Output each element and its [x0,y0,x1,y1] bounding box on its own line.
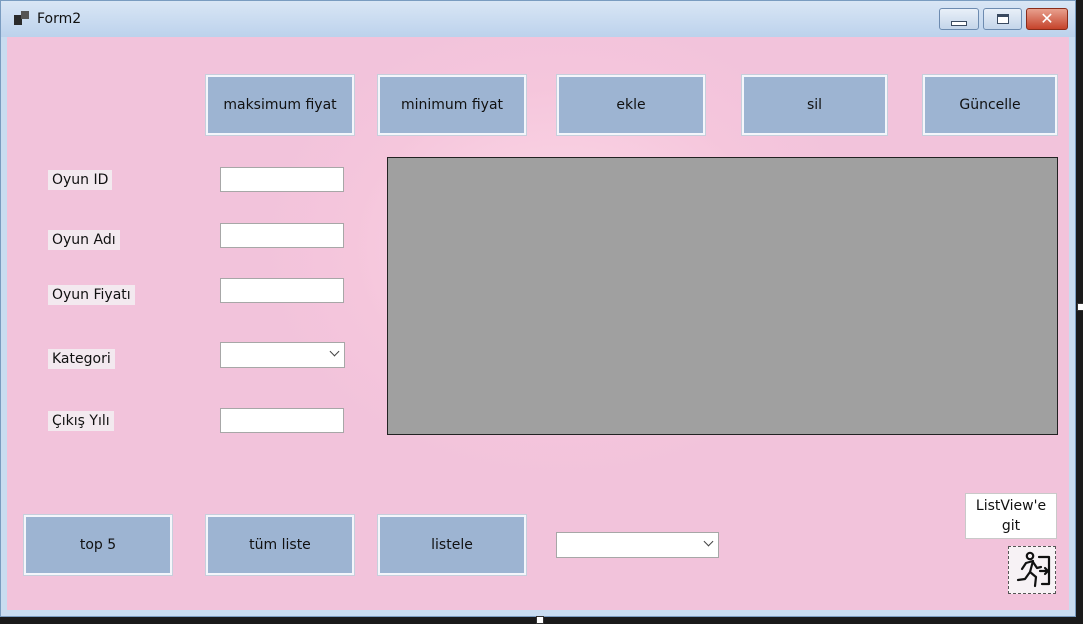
app-window-icon [14,11,30,27]
category-label: Kategori [48,349,115,369]
max-price-button[interactable]: maksimum fiyat [205,74,355,136]
listview-button-line1: ListView'e [975,498,1047,514]
release-year-input[interactable] [220,408,344,433]
data-grid-view[interactable] [387,157,1058,435]
running-exit-icon [1016,551,1051,588]
all-list-button[interactable]: tüm liste [205,514,355,576]
go-to-listview-button[interactable]: ListView'e git [965,493,1057,539]
game-name-label: Oyun Adı [48,230,120,250]
minimize-icon [951,20,967,26]
release-year-label: Çıkış Yılı [48,411,114,431]
game-name-input[interactable] [220,223,344,248]
close-icon: ✕ [1040,9,1054,28]
chevron-down-icon [329,346,340,357]
maximize-button[interactable] [983,8,1022,30]
max-price-label: maksimum fiyat [223,97,337,113]
maximize-icon [996,14,1009,24]
top5-label: top 5 [79,537,117,553]
form-client-area: maksimum fiyat minimum fiyat ekle sil Gü… [7,37,1069,610]
game-id-input[interactable] [220,167,344,192]
chevron-down-icon [703,536,714,547]
all-list-label: tüm liste [249,537,311,553]
window-title: Form2 [37,11,82,27]
filter-combobox[interactable] [556,532,719,558]
listview-button-line2: git [1001,518,1021,534]
list-button[interactable]: listele [377,514,527,576]
game-price-label: Oyun Fiyatı [48,285,135,305]
top5-button[interactable]: top 5 [23,514,173,576]
minimize-button[interactable] [939,8,979,30]
game-id-label: Oyun ID [48,170,113,190]
delete-button[interactable]: sil [741,74,888,136]
category-combobox[interactable] [220,342,345,368]
update-button[interactable]: Güncelle [922,74,1058,136]
min-price-label: minimum fiyat [400,97,504,113]
add-label: ekle [616,97,646,113]
form2-window: Form2 ✕ maksimum fiyat minimum fiyat ekl… [0,0,1076,617]
add-button[interactable]: ekle [556,74,706,136]
game-price-input[interactable] [220,278,344,303]
resize-handle-right[interactable] [1077,303,1083,311]
min-price-button[interactable]: minimum fiyat [377,74,527,136]
list-label: listele [431,537,473,553]
close-button[interactable]: ✕ [1026,8,1068,30]
delete-label: sil [806,97,823,113]
title-bar[interactable]: Form2 ✕ [1,1,1075,37]
exit-button[interactable] [1008,546,1056,594]
update-label: Güncelle [959,97,1021,113]
